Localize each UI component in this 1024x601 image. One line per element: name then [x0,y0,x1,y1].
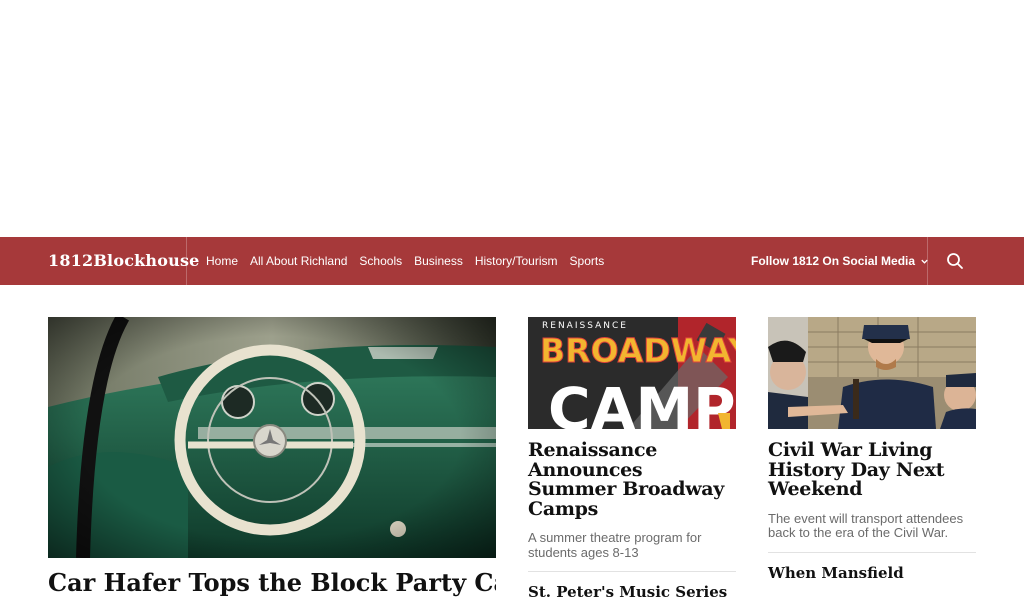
nav-menu: Home All About Richland Schools Business… [206,237,616,285]
divider [528,571,736,572]
article-excerpt: A summer theatre program for students ag… [528,530,702,560]
broadway-camp-graphic: RENAISSANCE BROADWAY CAMP [528,317,736,429]
social-media-dropdown[interactable]: Follow 1812 On Social Media [751,237,929,285]
feature-title[interactable]: Car Hafer Tops the Block Party Car [48,568,496,597]
site-logo[interactable]: 1812Blockhouse [48,237,200,285]
nav-business[interactable]: Business [414,254,463,268]
social-media-label: Follow 1812 On Social Media [751,254,916,268]
image-text-top: RENAISSANCE [542,321,628,331]
divider [768,551,976,553]
feature-image[interactable] [48,317,496,558]
ad-space [0,0,1024,237]
nav-history-tourism[interactable]: History/Tourism [475,254,558,268]
divider [927,237,928,285]
article-excerpt: The event will transport attendees back … [768,510,964,540]
article-image[interactable]: RENAISSANCE BROADWAY CAMP [528,317,736,429]
nav-sports[interactable]: Sports [570,254,605,268]
nav-home[interactable]: Home [206,254,238,268]
article-title[interactable]: When Mansfield [768,564,976,582]
article-image[interactable] [768,317,976,429]
nav-all-about-richland[interactable]: All About Richland [250,254,347,268]
article-card: Civil War Living History Day Next Weeken… [768,317,976,582]
image-text-mid: BROADWAY [540,331,736,370]
divider [186,237,187,285]
civil-war-reenactors-photo [768,317,976,429]
article-title[interactable]: Civil War Living History Day Next Weeken… [768,440,976,500]
nav-schools[interactable]: Schools [359,254,402,268]
search-icon[interactable] [946,252,964,270]
article-title[interactable]: Renaissance Announces Summer Broadway Ca… [528,440,736,519]
main-navbar: 1812Blockhouse Home All About Richland S… [0,237,1024,285]
steering-wheel-photo [48,317,496,558]
image-text-bottom: CAMP [548,375,736,429]
article-title[interactable]: St. Peter's Music Series [528,583,736,601]
article-card: RENAISSANCE BROADWAY CAMP Renaissance An… [528,317,736,601]
